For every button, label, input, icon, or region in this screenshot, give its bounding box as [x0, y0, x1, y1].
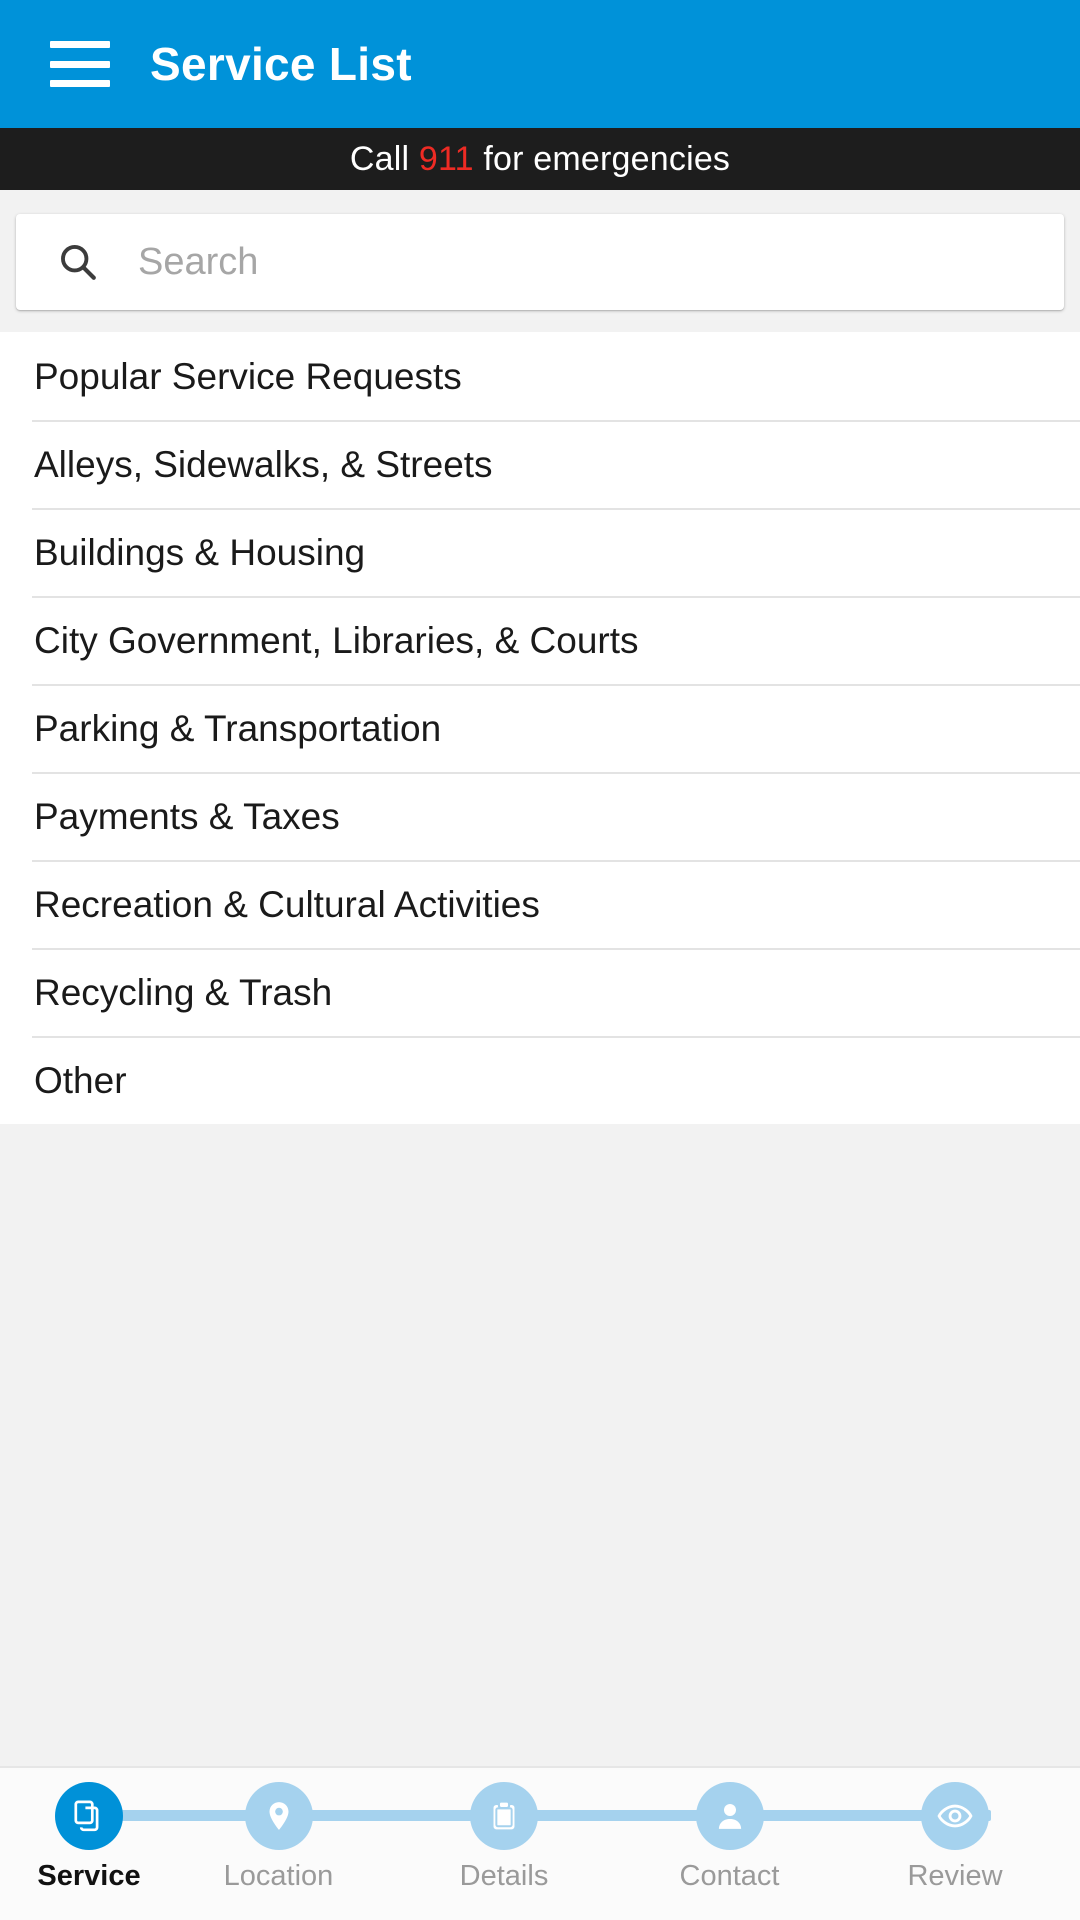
documents-icon: [74, 1800, 99, 1832]
page-title: Service List: [150, 38, 412, 90]
list-item-label: Alleys, Sidewalks, & Streets: [34, 443, 493, 485]
emergency-banner-text: Call 911 for emergencies: [350, 140, 730, 179]
list-item[interactable]: Popular Service Requests: [0, 332, 1080, 420]
map-pin-icon: [269, 1802, 288, 1830]
list-item[interactable]: Other: [0, 1036, 1080, 1124]
stepper-step-service[interactable]: Service: [30, 1782, 148, 1891]
search-placeholder: Search: [138, 241, 259, 283]
eye-icon: [937, 1804, 973, 1828]
list-item-label: Recycling & Trash: [34, 971, 333, 1013]
list-item-label: City Government, Libraries, & Courts: [34, 619, 639, 661]
list-item-label: Recreation & Cultural Activities: [34, 883, 540, 925]
stepper-step-dot: [55, 1782, 123, 1850]
list-item-label: Payments & Taxes: [34, 795, 340, 837]
stepper-step-dot: [921, 1782, 989, 1850]
list-item-label: Buildings & Housing: [34, 531, 366, 573]
hamburger-bar: [50, 80, 110, 87]
content-empty-area: [0, 1124, 1080, 1766]
stepper-step-label: Contact: [679, 1860, 780, 1892]
stepper-step-details[interactable]: Details: [409, 1782, 599, 1891]
list-item[interactable]: Payments & Taxes: [0, 772, 1080, 860]
stepper-step-dot: [470, 1782, 538, 1850]
list-item[interactable]: Alleys, Sidewalks, & Streets: [0, 420, 1080, 508]
stepper-step-contact[interactable]: Contact: [635, 1782, 825, 1891]
emergency-banner: Call 911 for emergencies: [0, 128, 1080, 190]
service-category-list: Popular Service Requests Alleys, Sidewal…: [0, 332, 1080, 1124]
stepper-step-dot: [695, 1782, 764, 1850]
stepper-step-review[interactable]: Review: [860, 1782, 1050, 1891]
stepper-step-label: Location: [223, 1860, 334, 1892]
list-item[interactable]: Buildings & Housing: [0, 508, 1080, 596]
search-input[interactable]: Search: [16, 214, 1064, 310]
stepper-step-location[interactable]: Location: [184, 1782, 374, 1891]
hamburger-menu-icon[interactable]: [50, 41, 110, 87]
search-section: Search: [0, 190, 1080, 332]
person-icon: [718, 1804, 741, 1829]
list-item-label: Parking & Transportation: [34, 707, 442, 749]
list-item[interactable]: Parking & Transportation: [0, 684, 1080, 772]
progress-stepper: Service Location Details Contact Review: [0, 1766, 1080, 1920]
search-icon: [61, 245, 96, 280]
emergency-suffix: for emergencies: [473, 139, 731, 178]
hamburger-bar: [50, 41, 110, 48]
list-item[interactable]: City Government, Libraries, & Courts: [0, 596, 1080, 684]
emergency-prefix: Call: [349, 139, 419, 178]
app-bar: Service List: [0, 0, 1080, 128]
emergency-phone-number: 911: [418, 139, 474, 178]
list-item-label: Popular Service Requests: [34, 355, 462, 397]
hamburger-bar: [50, 60, 110, 68]
list-item-label: Other: [34, 1059, 127, 1101]
stepper-step-dot: [244, 1782, 313, 1850]
list-item[interactable]: Recreation & Cultural Activities: [0, 860, 1080, 948]
clipboard-icon: [493, 1800, 515, 1830]
stepper-step-label: Details: [459, 1860, 549, 1892]
stepper-step-label: Service: [37, 1860, 141, 1892]
list-item[interactable]: Recycling & Trash: [0, 948, 1080, 1036]
stepper-step-label: Review: [907, 1860, 1003, 1892]
app-root: Service List Call 911 for emergencies Se…: [0, 0, 1080, 1920]
